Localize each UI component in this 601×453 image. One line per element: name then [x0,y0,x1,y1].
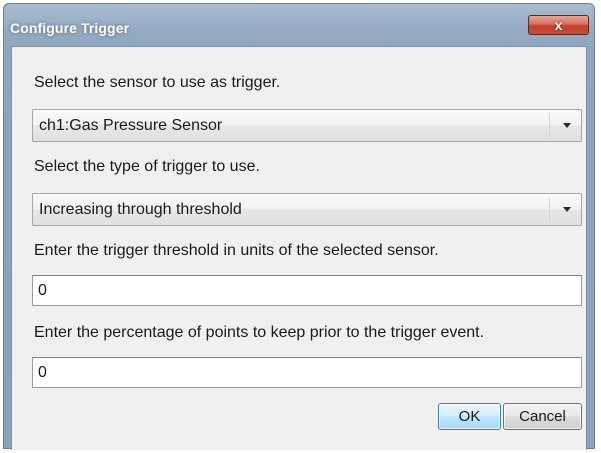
percentage-input[interactable] [33,358,581,387]
percentage-field[interactable] [32,357,582,388]
trigger-type-label: Select the type of trigger to use. [34,158,260,175]
dialog-content: Select the sensor to use as trigger. ch1… [11,46,587,450]
sensor-label: Select the sensor to use as trigger. [34,74,281,91]
threshold-input[interactable] [33,276,581,305]
chevron-down-icon[interactable] [563,207,571,212]
configure-trigger-dialog: Configure Trigger x Select the sensor to… [3,3,595,450]
cancel-button[interactable]: Cancel [503,403,582,430]
sensor-dropdown[interactable]: ch1:Gas Pressure Sensor [32,109,582,142]
title-bar[interactable]: Configure Trigger x [4,4,594,42]
ok-button[interactable]: OK [438,403,501,430]
dropdown-divider [549,113,550,138]
trigger-type-dropdown[interactable]: Increasing through threshold [32,193,582,226]
trigger-type-dropdown-value: Increasing through threshold [39,201,242,218]
sensor-dropdown-value: ch1:Gas Pressure Sensor [39,117,223,134]
percentage-label: Enter the percentage of points to keep p… [34,324,485,341]
chevron-down-icon[interactable] [563,123,571,128]
dialog-title: Configure Trigger [10,20,130,36]
close-button[interactable]: x [528,15,589,35]
threshold-label: Enter the trigger threshold in units of … [34,242,439,259]
close-x-icon: x [554,17,563,33]
dropdown-divider [549,197,550,222]
threshold-field[interactable] [32,275,582,306]
